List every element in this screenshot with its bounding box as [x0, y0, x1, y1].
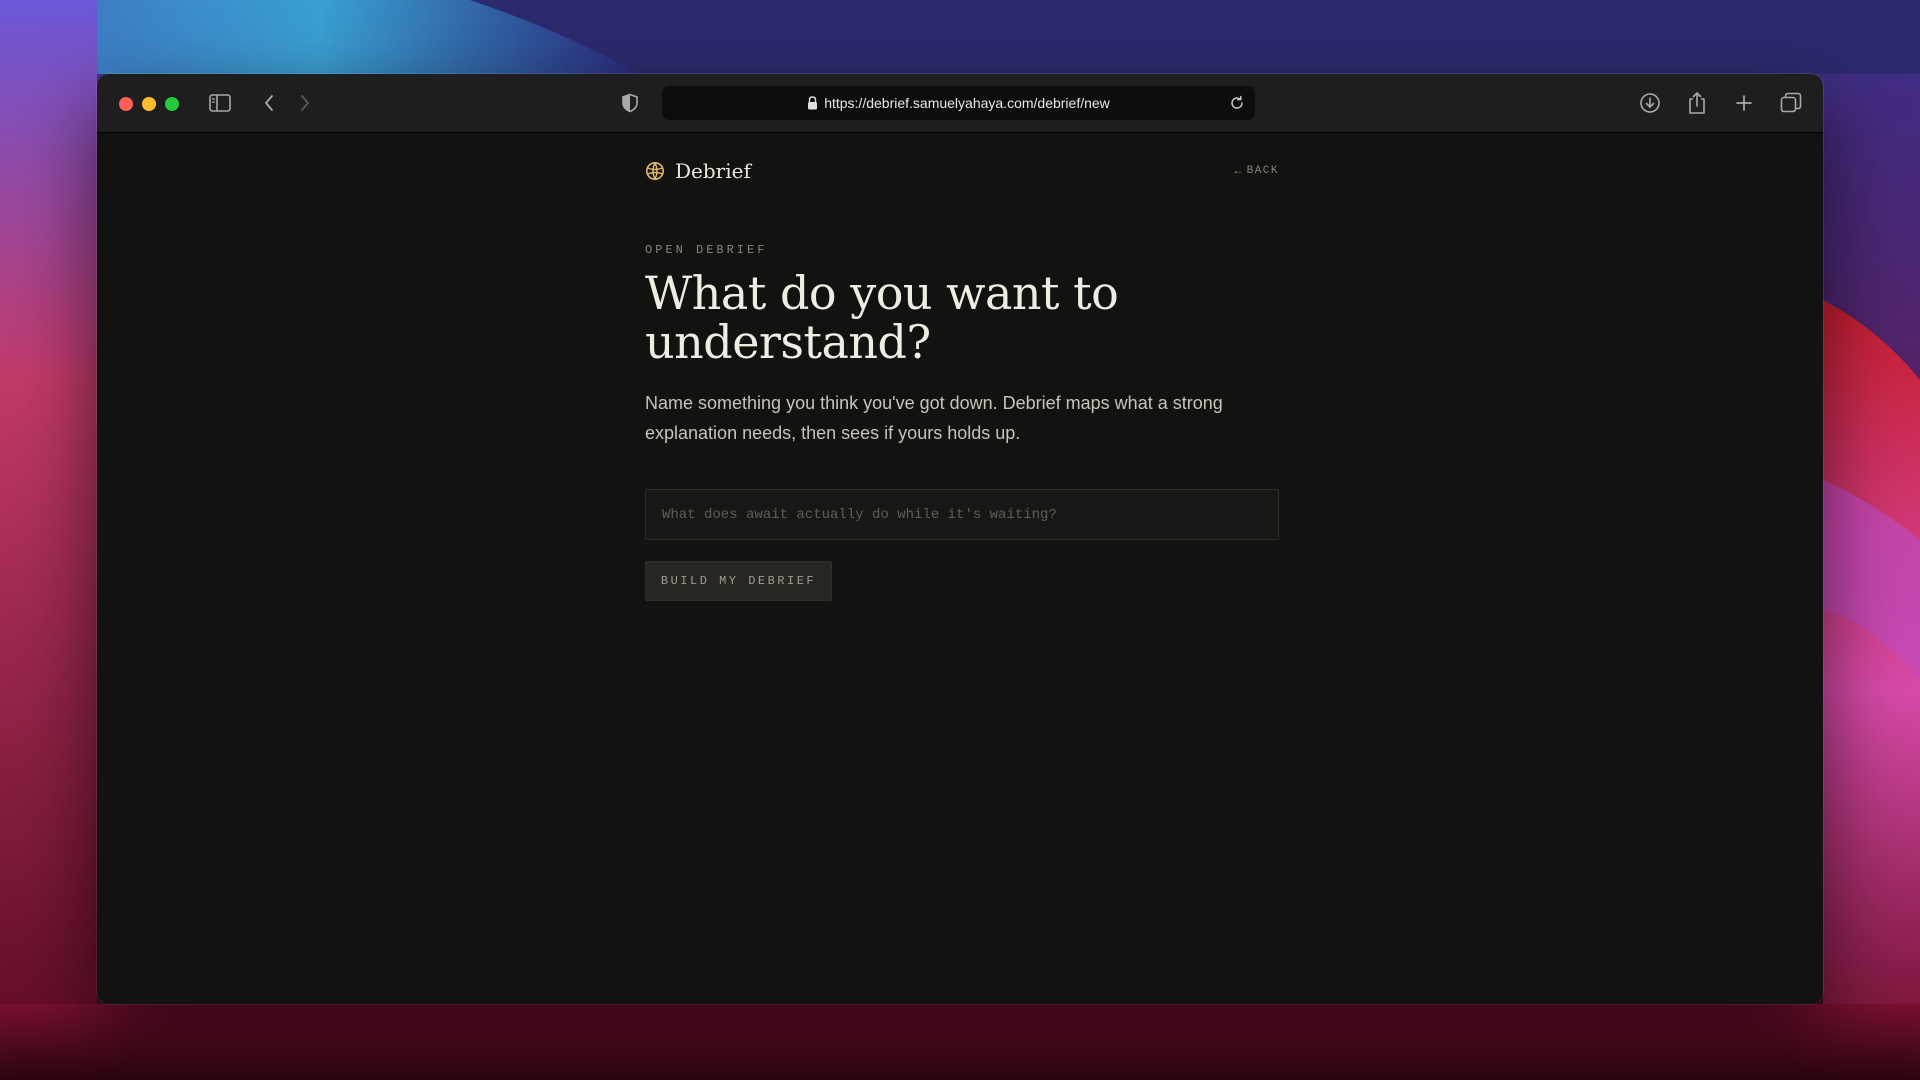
build-debrief-button[interactable]: BUILD MY DEBRIEF: [645, 561, 832, 601]
close-window-button[interactable]: [119, 97, 133, 111]
minimize-window-button[interactable]: [142, 97, 156, 111]
debrief-logo-icon: [645, 161, 665, 181]
page-viewport: Debrief ← BACK OPEN DEBRIEF What do you …: [97, 133, 1823, 1004]
lock-icon: [807, 96, 818, 110]
brand-name: Debrief: [675, 159, 751, 183]
topic-input[interactable]: [645, 489, 1279, 540]
sidebar-icon[interactable]: [206, 89, 234, 117]
back-label: BACK: [1246, 165, 1279, 177]
tab-overview-icon[interactable]: [1777, 89, 1805, 117]
brand[interactable]: Debrief: [645, 159, 751, 183]
share-icon[interactable]: [1683, 89, 1711, 117]
url-text: https://debrief.samuelyahaya.com/debrief…: [824, 95, 1110, 111]
zoom-window-button[interactable]: [165, 97, 179, 111]
page-description: Name something you think you've got down…: [645, 393, 1223, 443]
download-icon[interactable]: [1636, 89, 1664, 117]
left-arrow-icon: ←: [1234, 164, 1242, 178]
section-eyebrow: OPEN DEBRIEF: [645, 243, 768, 257]
reload-icon[interactable]: [1227, 93, 1247, 113]
back-chevron-icon[interactable]: [255, 89, 283, 117]
browser-toolbar: https://debrief.samuelyahaya.com/debrief…: [97, 74, 1823, 133]
back-link[interactable]: ← BACK: [1234, 164, 1279, 178]
page-title: What do you want to understand?: [645, 266, 1119, 369]
browser-window: https://debrief.samuelyahaya.com/debrief…: [97, 74, 1823, 1004]
forward-chevron-icon[interactable]: [291, 89, 319, 117]
new-tab-icon[interactable]: [1730, 89, 1758, 117]
shield-icon[interactable]: [616, 89, 644, 117]
address-bar[interactable]: https://debrief.samuelyahaya.com/debrief…: [662, 86, 1255, 120]
